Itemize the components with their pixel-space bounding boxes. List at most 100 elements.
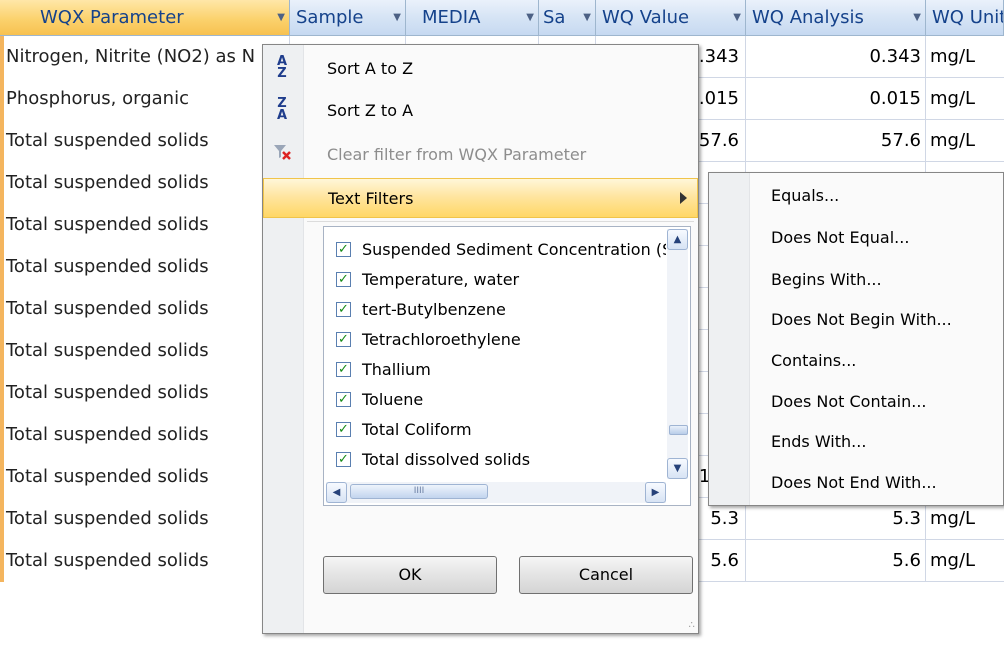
checklist-item[interactable]: ✓ Temperature, water	[336, 265, 666, 297]
checklist-item-label: Toluene	[362, 390, 424, 409]
text-filters-submenu: Equals... Does Not Equal... Begins With...…	[708, 172, 1004, 506]
column-header-media[interactable]: MEDIA ▼	[406, 0, 539, 36]
text-filter-option[interactable]: Does Not Contain...	[771, 382, 927, 422]
wq-unit-cell[interactable]: mg/L	[926, 540, 1004, 582]
parameter-cell-text: Total suspended solids	[6, 550, 209, 571]
sort-z-to-a-label: Sort Z to A	[327, 101, 414, 120]
sort-a-to-z-item[interactable]: A Z Sort A to Z	[263, 49, 698, 89]
text-filter-option[interactable]: Begins With...	[771, 260, 882, 300]
parameter-cell-text: Total suspended solids	[6, 466, 209, 487]
wq-unit-cell[interactable]: mg/L	[926, 36, 1004, 78]
checklist-item[interactable]: ✓ Thallium	[336, 355, 666, 387]
wq-analysis-cell[interactable]: 0.343	[746, 36, 926, 78]
checkbox[interactable]: ✓	[336, 362, 351, 377]
column-header-sample[interactable]: Sample ▼	[290, 0, 406, 36]
parameter-cell[interactable]: Total suspended solids	[0, 498, 290, 540]
vertical-scrollbar[interactable]: ▲ ▼	[667, 229, 688, 479]
wq-analysis-cell[interactable]: 57.6	[746, 120, 926, 162]
scroll-down-button[interactable]: ▼	[667, 458, 688, 479]
column-header-wq-unit[interactable]: WQ Unit	[926, 0, 1004, 36]
parameter-cell[interactable]: Total suspended solids	[0, 120, 290, 162]
column-header-label: Sa	[543, 7, 566, 28]
value-checklist[interactable]: ✓Suspended Sediment Concentration (SSC)✓…	[323, 226, 691, 506]
checklist-item-label: Total dissolved solids	[362, 450, 531, 469]
parameter-cell[interactable]: Total suspended solids	[0, 162, 290, 204]
sort-z-to-a-item[interactable]: Z A Sort Z to A	[263, 91, 698, 131]
parameter-cell[interactable]: Total suspended solids	[0, 372, 290, 414]
column-header-sa[interactable]: Sa ▼	[539, 0, 596, 36]
wq-analysis-cell[interactable]: 0.015	[746, 78, 926, 120]
parameter-cell[interactable]: Total suspended solids	[0, 288, 290, 330]
scroll-thumb[interactable]: IIII	[350, 484, 488, 499]
resize-grip-icon[interactable]: ∴	[689, 621, 695, 631]
text-filter-option[interactable]: Contains...	[771, 341, 856, 381]
checkbox[interactable]: ✓	[336, 452, 351, 467]
checklist-item[interactable]: ✓ Total Coliform	[336, 415, 666, 447]
column-header-wq-analysis[interactable]: WQ Analysis ▼	[746, 0, 926, 36]
checklist-item[interactable]: ✓ Toluene	[336, 385, 666, 417]
parameter-cell-text: Total suspended solids	[6, 130, 209, 151]
checkbox[interactable]: ✓	[336, 272, 351, 287]
wq-analysis-cell[interactable]: 5.6	[746, 540, 926, 582]
scroll-thumb[interactable]	[669, 425, 688, 435]
checklist-item[interactable]: ✓ Suspended Sediment Concentration (SSC)	[336, 235, 666, 267]
text-filters-label: Text Filters	[328, 189, 414, 208]
parameter-cell[interactable]: Nitrogen, Nitrite (NO2) as N	[0, 36, 290, 78]
checklist-item[interactable]: ✓ Total dissolved solids	[336, 445, 666, 477]
cancel-button[interactable]: Cancel	[519, 556, 693, 594]
scroll-left-button[interactable]: ◀	[326, 482, 347, 503]
clear-filter-item[interactable]: Clear filter from WQX Parameter	[263, 135, 698, 175]
checkbox[interactable]: ✓	[336, 422, 351, 437]
parameter-cell[interactable]: Phosphorus, organic	[0, 78, 290, 120]
text-filter-option[interactable]: Does Not End With...	[771, 463, 937, 503]
filter-dropdown-icon[interactable]: ▼	[277, 0, 285, 35]
wq-unit-cell[interactable]: mg/L	[926, 78, 1004, 120]
filter-dropdown-icon[interactable]: ▼	[583, 0, 591, 35]
wq-unit-cell-text: mg/L	[930, 46, 976, 67]
parameter-cell[interactable]: Total suspended solids	[0, 414, 290, 456]
checklist-item-label: Tetrachloroethylene	[362, 330, 521, 349]
column-filter-menu: A Z Sort A to Z Z A Sort Z to A Clear fi…	[262, 44, 699, 634]
checklist-item[interactable]: ✓ tert-Butylbenzene	[336, 295, 666, 327]
wq-unit-cell-text: mg/L	[930, 130, 976, 151]
parameter-cell[interactable]: Total suspended solids	[0, 330, 290, 372]
text-filter-option[interactable]: Does Not Begin With...	[771, 300, 952, 340]
text-filter-option[interactable]: Equals...	[771, 176, 839, 216]
checklist-item-label: Thallium	[362, 360, 431, 379]
scroll-up-button[interactable]: ▲	[667, 229, 688, 250]
sort-icon-letter: A	[276, 108, 288, 123]
filter-dropdown-icon[interactable]: ▼	[393, 0, 401, 35]
menu-separator	[307, 221, 694, 222]
parameter-cell[interactable]: Total suspended solids	[0, 456, 290, 498]
column-header-wqx-parameter[interactable]: WQX Parameter ▼	[0, 0, 290, 36]
checklist-item[interactable]: ✓ Tetrachloroethylene	[336, 325, 666, 357]
column-header-wq-value[interactable]: WQ Value ▼	[596, 0, 746, 36]
column-header-label: WQX Parameter	[40, 7, 184, 28]
parameter-cell-text: Total suspended solids	[6, 382, 209, 403]
checklist-item-label: tert-Butylbenzene	[362, 300, 506, 319]
filter-dropdown-icon[interactable]: ▼	[526, 0, 534, 35]
parameter-cell[interactable]: Total suspended solids	[0, 540, 290, 582]
wq-unit-cell[interactable]: mg/L	[926, 120, 1004, 162]
wq-value-cell-text: 5.6	[710, 550, 739, 571]
scroll-right-button[interactable]: ▶	[645, 482, 666, 503]
menu-icon-gutter	[709, 173, 750, 505]
filter-dropdown-icon[interactable]: ▼	[733, 0, 741, 35]
menu-icon-gutter	[263, 45, 304, 633]
filter-dropdown-icon[interactable]: ▼	[913, 0, 921, 35]
checkbox[interactable]: ✓	[336, 242, 351, 257]
column-header-label: WQ Analysis	[752, 7, 864, 28]
column-header-label: Sample	[296, 7, 364, 28]
text-filters-item[interactable]: Text Filters	[263, 178, 698, 218]
ok-button[interactable]: OK	[323, 556, 497, 594]
parameter-cell-text: Total suspended solids	[6, 298, 209, 319]
text-filter-option[interactable]: Ends With...	[771, 422, 866, 462]
checkbox[interactable]: ✓	[336, 392, 351, 407]
wq-analysis-cell-text: 5.3	[892, 508, 921, 529]
checkbox[interactable]: ✓	[336, 332, 351, 347]
checkbox[interactable]: ✓	[336, 302, 351, 317]
horizontal-scrollbar[interactable]: ◀ IIII ▶	[326, 482, 666, 503]
parameter-cell[interactable]: Total suspended solids	[0, 204, 290, 246]
text-filter-option[interactable]: Does Not Equal...	[771, 218, 909, 258]
parameter-cell[interactable]: Total suspended solids	[0, 246, 290, 288]
